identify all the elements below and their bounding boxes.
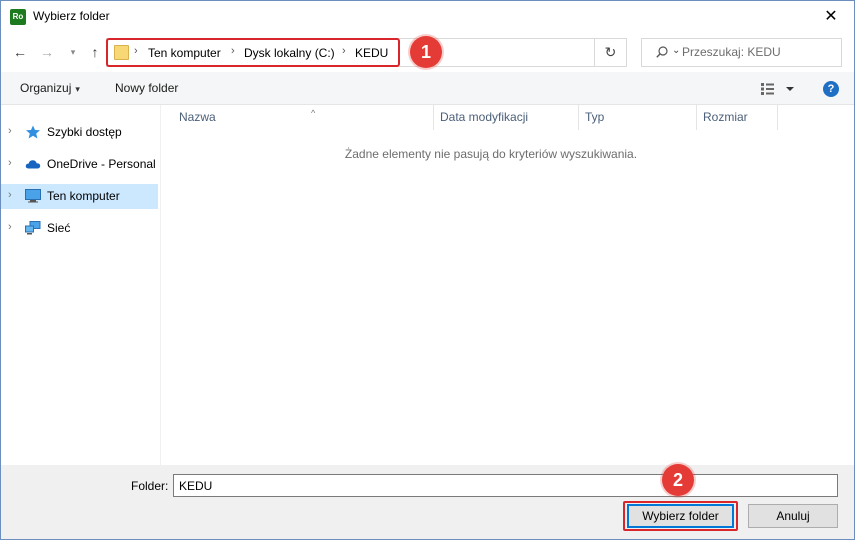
cloud-icon	[25, 160, 41, 169]
chevron-right-icon[interactable]: ›	[8, 125, 12, 137]
window-title: Wybierz folder	[33, 9, 110, 23]
chevron-right-icon[interactable]: ›	[8, 157, 12, 169]
column-header-label: Nazwa	[179, 110, 216, 124]
file-list[interactable]: ^ Nazwa Data modyfikacji Typ Rozmiar Żad…	[161, 105, 854, 465]
column-header-size[interactable]: Rozmiar	[697, 105, 778, 130]
view-options-icon[interactable]	[760, 82, 794, 96]
sidebar-item-label: OneDrive - Personal	[47, 157, 156, 171]
folder-name-input[interactable]	[173, 474, 838, 497]
sidebar-item-quick-access[interactable]: › Szybki dostęp	[1, 120, 158, 145]
app-icon: Ro	[10, 9, 26, 25]
chevron-right-icon[interactable]: ›	[8, 221, 12, 233]
folder-picker-dialog: Ro Wybierz folder ✕ ← → ▾ ↑ › Ten komput…	[0, 0, 855, 540]
title-bar: Ro Wybierz folder ✕	[1, 1, 854, 32]
search-input[interactable]	[682, 45, 832, 59]
cancel-button[interactable]: Anuluj	[748, 504, 838, 528]
new-folder-button[interactable]: Nowy folder	[115, 81, 178, 95]
recent-locations-button[interactable]: ▾	[63, 41, 83, 63]
address-highlight-box	[106, 38, 400, 67]
organize-label: Organizuj	[20, 81, 72, 95]
star-icon	[26, 125, 40, 139]
chevron-down-icon: ▾	[75, 84, 80, 94]
step-badge-1: 1	[410, 36, 442, 68]
select-button-highlight-box	[623, 501, 738, 531]
sort-ascending-icon: ^	[311, 108, 316, 118]
search-icon	[656, 46, 668, 58]
column-header-date-modified[interactable]: Data modyfikacji	[434, 105, 579, 130]
network-icon	[25, 221, 41, 235]
sidebar-item-label: Sieć	[47, 221, 71, 235]
dialog-footer: Folder: Wybierz folder Anuluj	[1, 465, 854, 539]
sidebar-item-onedrive[interactable]: › OneDrive - Personal	[1, 152, 158, 177]
help-icon[interactable]: ?	[823, 81, 839, 97]
up-button[interactable]: ↑	[85, 41, 105, 63]
column-header-name[interactable]: ^ Nazwa	[173, 105, 434, 130]
column-header-type[interactable]: Typ	[579, 105, 697, 130]
back-button[interactable]: ←	[10, 41, 30, 63]
sidebar-item-this-pc[interactable]: › Ten komputer	[1, 184, 158, 209]
computer-icon	[25, 189, 41, 203]
command-toolbar: Organizuj ▾ Nowy folder ?	[1, 72, 854, 105]
chevron-right-icon[interactable]: ›	[8, 189, 12, 201]
forward-button[interactable]: →	[37, 41, 57, 63]
sidebar-item-label: Ten komputer	[47, 189, 120, 203]
folder-field-label: Folder:	[131, 479, 169, 493]
organize-button[interactable]: Organizuj ▾	[20, 81, 80, 95]
sidebar-item-label: Szybki dostęp	[47, 125, 122, 139]
sidebar-item-network[interactable]: › Sieć	[1, 216, 158, 241]
navigation-pane: › Szybki dostęp › OneDrive - Personal › …	[1, 105, 161, 465]
refresh-button[interactable]: ↻	[595, 38, 627, 67]
close-button[interactable]: ✕	[808, 1, 854, 32]
step-badge-2: 2	[662, 464, 694, 496]
empty-list-message: Żadne elementy nie pasują do kryteriów w…	[344, 147, 638, 161]
search-box[interactable]	[641, 38, 842, 67]
